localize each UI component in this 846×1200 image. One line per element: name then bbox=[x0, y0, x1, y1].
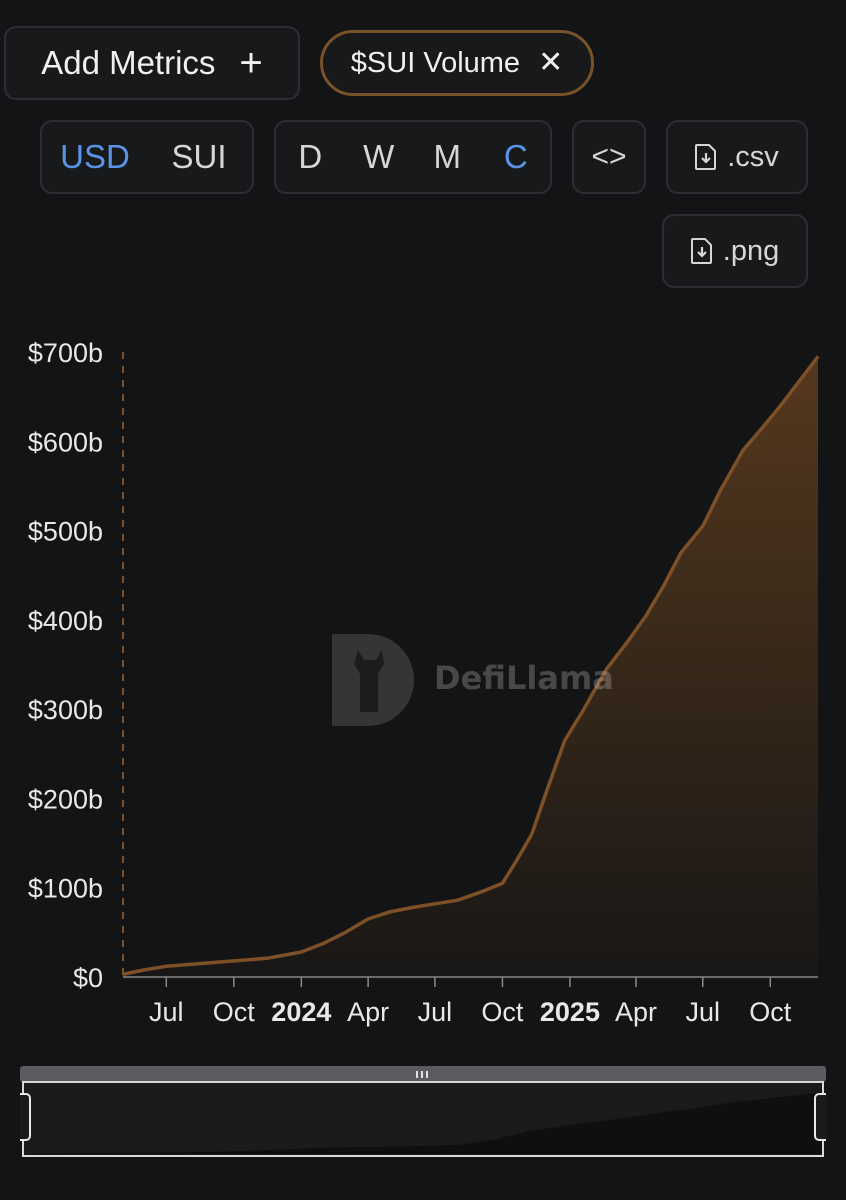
add-metrics-label: Add Metrics bbox=[41, 44, 216, 81]
series-point bbox=[742, 449, 744, 451]
csv-label: .csv bbox=[727, 140, 779, 173]
series-point bbox=[761, 427, 763, 429]
series-point bbox=[122, 973, 124, 975]
series-point bbox=[143, 969, 145, 971]
series-point bbox=[300, 951, 302, 953]
y-tick-label: $0 bbox=[73, 963, 103, 993]
y-tick-label: $300b bbox=[28, 695, 103, 725]
y-tick-label: $400b bbox=[28, 606, 103, 636]
series-point bbox=[799, 380, 801, 382]
x-tick-label: Oct bbox=[749, 997, 792, 1027]
series-point bbox=[664, 583, 666, 585]
plus-icon: + bbox=[239, 41, 263, 85]
y-tick-label: $700b bbox=[28, 338, 103, 368]
denomination-toggle: USD SUI bbox=[40, 120, 254, 194]
png-label: .png bbox=[722, 234, 780, 267]
add-metrics-button[interactable]: Add Metrics + bbox=[4, 26, 300, 100]
range-handle-left[interactable] bbox=[20, 1093, 31, 1141]
y-tick-label: $100b bbox=[28, 874, 103, 904]
metric-chip-sui-volume[interactable]: $SUI Volume ✕ bbox=[320, 30, 594, 96]
range-grip-icon-line bbox=[421, 1071, 423, 1078]
series-point bbox=[719, 489, 721, 491]
y-tick-label: $200b bbox=[28, 784, 103, 814]
period-toggle: D W M C bbox=[274, 120, 552, 194]
x-tick-label: 2025 bbox=[540, 997, 600, 1027]
series-point bbox=[780, 405, 782, 407]
file-download-icon bbox=[690, 238, 712, 264]
download-csv-button[interactable]: .csv bbox=[666, 120, 808, 194]
series-point bbox=[434, 903, 436, 905]
series-point bbox=[680, 552, 682, 554]
period-option-cumulative[interactable]: C bbox=[482, 138, 551, 176]
download-png-button[interactable]: .png bbox=[662, 214, 808, 288]
series-point bbox=[389, 911, 391, 913]
watermark-text: DefiLlama bbox=[434, 659, 614, 697]
x-tick-label: Jul bbox=[418, 997, 453, 1027]
file-download-icon bbox=[695, 144, 717, 170]
period-option-daily[interactable]: D bbox=[276, 138, 345, 176]
y-tick-label: $600b bbox=[28, 427, 103, 457]
series-point bbox=[412, 906, 414, 908]
series-point bbox=[546, 789, 548, 790]
x-tick-label: Jul bbox=[149, 997, 184, 1027]
series-point bbox=[626, 641, 628, 643]
range-grip-icon-line bbox=[426, 1071, 428, 1078]
x-tick-label: Apr bbox=[347, 997, 389, 1027]
series-point bbox=[479, 891, 481, 893]
series-point bbox=[266, 957, 268, 959]
embed-button[interactable]: <> bbox=[572, 120, 646, 194]
x-tick-label: Apr bbox=[615, 997, 657, 1027]
series-point bbox=[367, 918, 369, 920]
llama-logo-icon bbox=[332, 634, 414, 726]
x-tick-label: Oct bbox=[213, 997, 256, 1027]
denomination-option-sui[interactable]: SUI bbox=[147, 138, 251, 176]
period-option-monthly[interactable]: M bbox=[413, 138, 482, 176]
series-point bbox=[344, 931, 346, 933]
x-axis: Jul Oct 2024 Apr Jul Oct 2025 Apr Jul Oct bbox=[123, 976, 818, 1027]
series-point bbox=[564, 739, 566, 741]
y-axis: $0 $100b $200b $300b $400b $500b $600b $700b bbox=[28, 338, 124, 993]
series-point bbox=[233, 960, 235, 962]
y-tick-label: $500b bbox=[28, 517, 103, 547]
series-point bbox=[501, 882, 503, 884]
x-tick-label: 2024 bbox=[271, 997, 331, 1027]
series-point bbox=[198, 963, 200, 965]
close-icon[interactable]: ✕ bbox=[538, 48, 563, 78]
code-icon: <> bbox=[591, 140, 627, 173]
series-point bbox=[457, 899, 459, 901]
range-handle-right[interactable] bbox=[814, 1093, 826, 1141]
series-point bbox=[702, 525, 704, 527]
series-point bbox=[323, 942, 325, 944]
period-option-weekly[interactable]: W bbox=[345, 138, 414, 176]
series-point bbox=[515, 860, 517, 862]
denomination-option-usd[interactable]: USD bbox=[43, 138, 147, 176]
range-grip-icon bbox=[416, 1071, 418, 1078]
defillama-watermark: DefiLlama bbox=[328, 628, 614, 728]
series-point bbox=[165, 965, 167, 967]
range-slider[interactable] bbox=[20, 1066, 826, 1158]
series-point bbox=[645, 614, 647, 616]
series-point bbox=[817, 355, 819, 357]
x-tick-label: Oct bbox=[481, 997, 524, 1027]
series-point bbox=[531, 833, 533, 835]
metric-chip-label: $SUI Volume bbox=[350, 46, 521, 79]
x-tick-label: Jul bbox=[686, 997, 721, 1027]
